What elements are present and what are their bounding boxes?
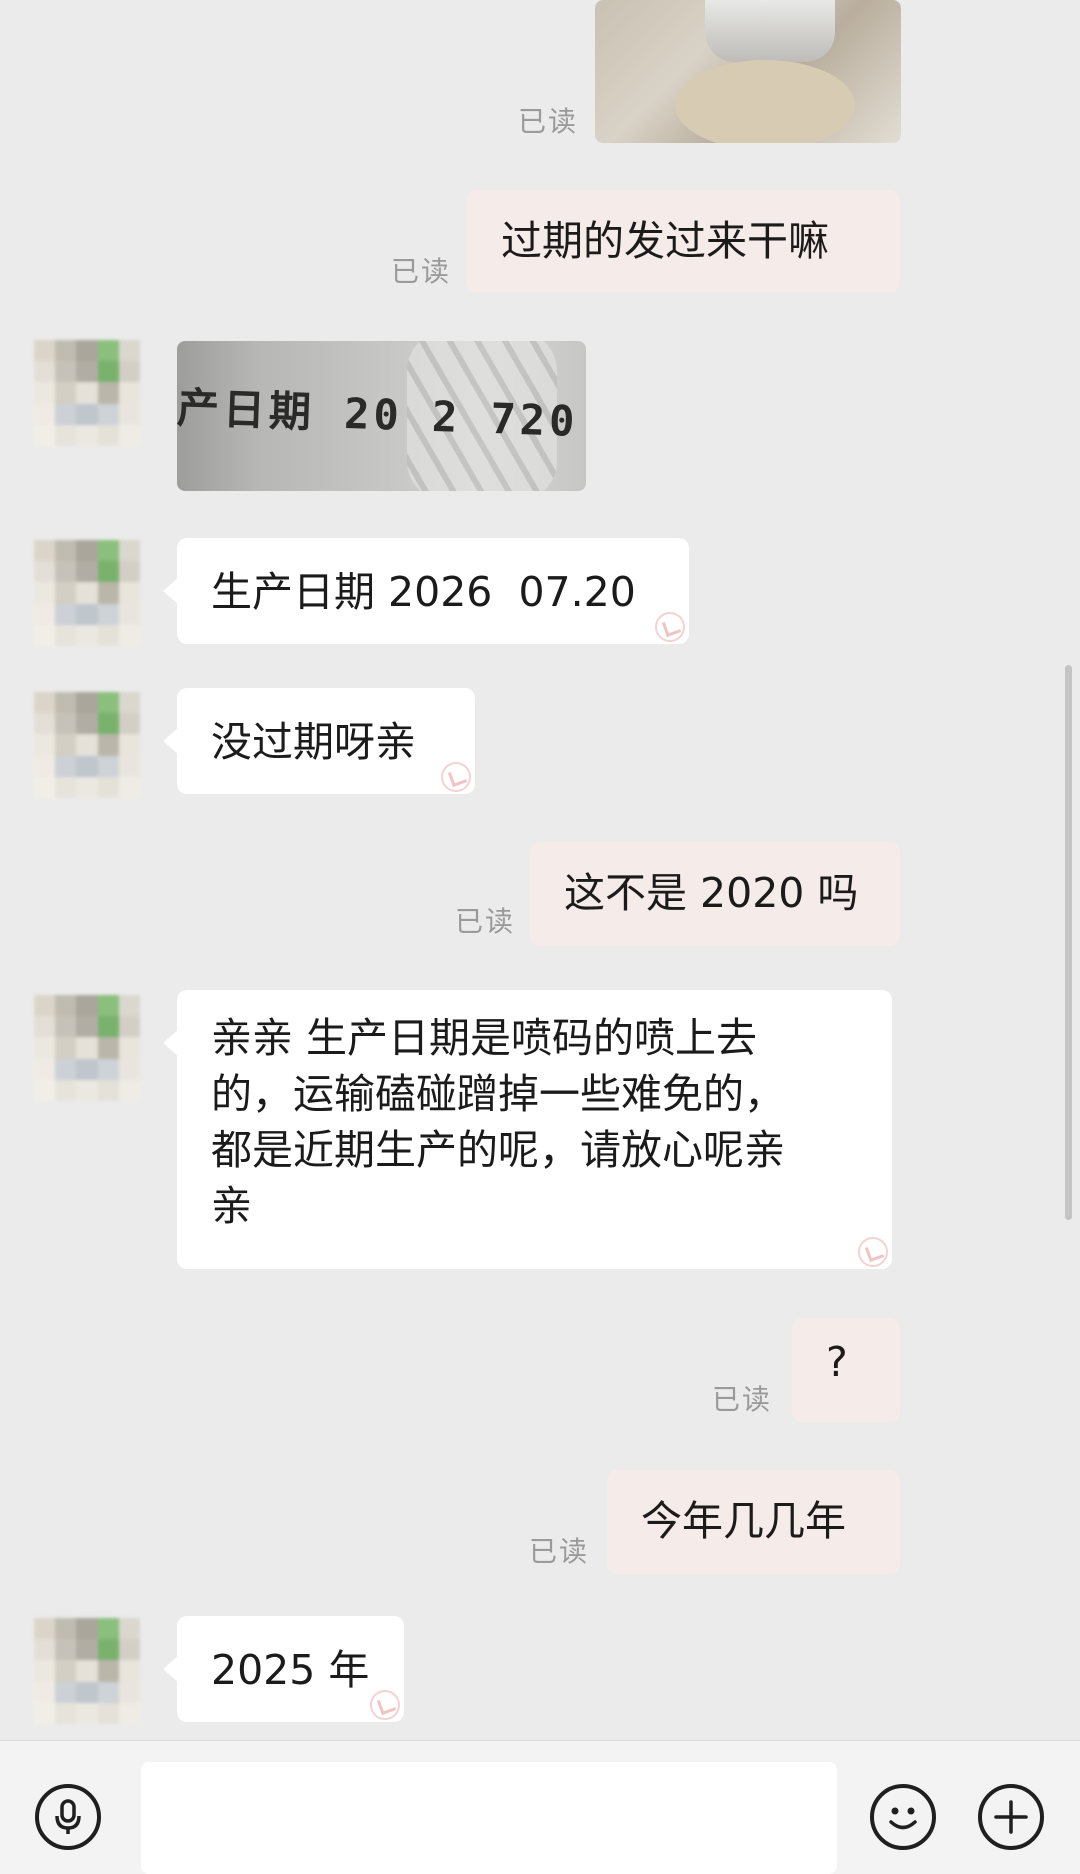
- read-receipt: 已读: [455, 905, 516, 938]
- emoji-glyph: [889, 1807, 917, 1830]
- message-bubble-outgoing[interactable]: ?: [792, 1318, 900, 1422]
- read-receipt: 已读: [518, 105, 579, 138]
- message-line: 亲亲 生产日期是喷码的喷上去: [211, 1014, 758, 1062]
- read-receipt: 已读: [391, 255, 452, 288]
- message-line: 的，运输磕碰蹭掉一些难免的，: [211, 1070, 785, 1118]
- message-line: 亲: [211, 1182, 252, 1230]
- chat-screen: 已读 已读 过期的发过来干嘛 产日期 20 2 720 生产日期 2026 07…: [0, 0, 1080, 1874]
- message-list[interactable]: 已读 已读 过期的发过来干嘛 产日期 20 2 720 生产日期 2026 07…: [0, 0, 1080, 1740]
- message-bubble-outgoing[interactable]: 过期的发过来干嘛: [467, 190, 900, 292]
- plus-glyph: [994, 1800, 1028, 1834]
- message-text: ?: [826, 1338, 848, 1386]
- plus-icon[interactable]: [978, 1784, 1044, 1850]
- heart-stamp-icon: [370, 1690, 400, 1720]
- message-line: 都是近期生产的呢，请放心呢亲: [211, 1126, 785, 1174]
- message-text: 今年几几年: [641, 1497, 846, 1545]
- read-receipt: 已读: [529, 1535, 590, 1568]
- read-receipt: 已读: [712, 1383, 773, 1416]
- message-bubble-outgoing[interactable]: 这不是 2020 吗: [530, 842, 900, 946]
- contact-avatar[interactable]: [34, 995, 140, 1101]
- message-text: 没过期呀亲: [211, 718, 416, 766]
- contact-avatar[interactable]: [34, 1618, 140, 1724]
- scrollbar[interactable]: [1065, 665, 1072, 1220]
- contact-avatar[interactable]: [34, 692, 140, 798]
- message-text: 过期的发过来干嘛: [501, 217, 829, 265]
- message-text: 生产日期 2026 07.20: [211, 568, 636, 616]
- heart-stamp-icon: [441, 762, 471, 792]
- message-bubble-incoming[interactable]: 亲亲 生产日期是喷码的喷上去 的，运输磕碰蹭掉一些难免的， 都是近期生产的呢，请…: [163, 990, 892, 1269]
- message-bubble-incoming[interactable]: 没过期呀亲: [163, 688, 475, 794]
- message-input[interactable]: [141, 1762, 837, 1874]
- image-message[interactable]: 产日期 20 2 720: [177, 341, 586, 491]
- message-bubble-incoming[interactable]: 生产日期 2026 07.20: [163, 538, 689, 644]
- contact-avatar[interactable]: [34, 340, 140, 446]
- microphone-glyph: [55, 1799, 81, 1834]
- photo-can: [705, 0, 835, 62]
- message-text: 这不是 2020 吗: [564, 869, 859, 917]
- contact-avatar[interactable]: [34, 540, 140, 646]
- message-bubble-incoming[interactable]: 2025 年: [163, 1616, 404, 1722]
- microphone-icon[interactable]: [35, 1784, 101, 1850]
- emoji-icon[interactable]: [870, 1784, 936, 1850]
- heart-stamp-icon: [655, 612, 685, 642]
- image-message[interactable]: [595, 0, 901, 143]
- message-bubble-outgoing[interactable]: 今年几几年: [607, 1470, 900, 1574]
- photo-cloth: [675, 60, 855, 143]
- printed-date: 产日期 20 2 720: [177, 383, 580, 446]
- message-text: 2025 年: [211, 1646, 370, 1694]
- heart-stamp-icon: [858, 1237, 888, 1267]
